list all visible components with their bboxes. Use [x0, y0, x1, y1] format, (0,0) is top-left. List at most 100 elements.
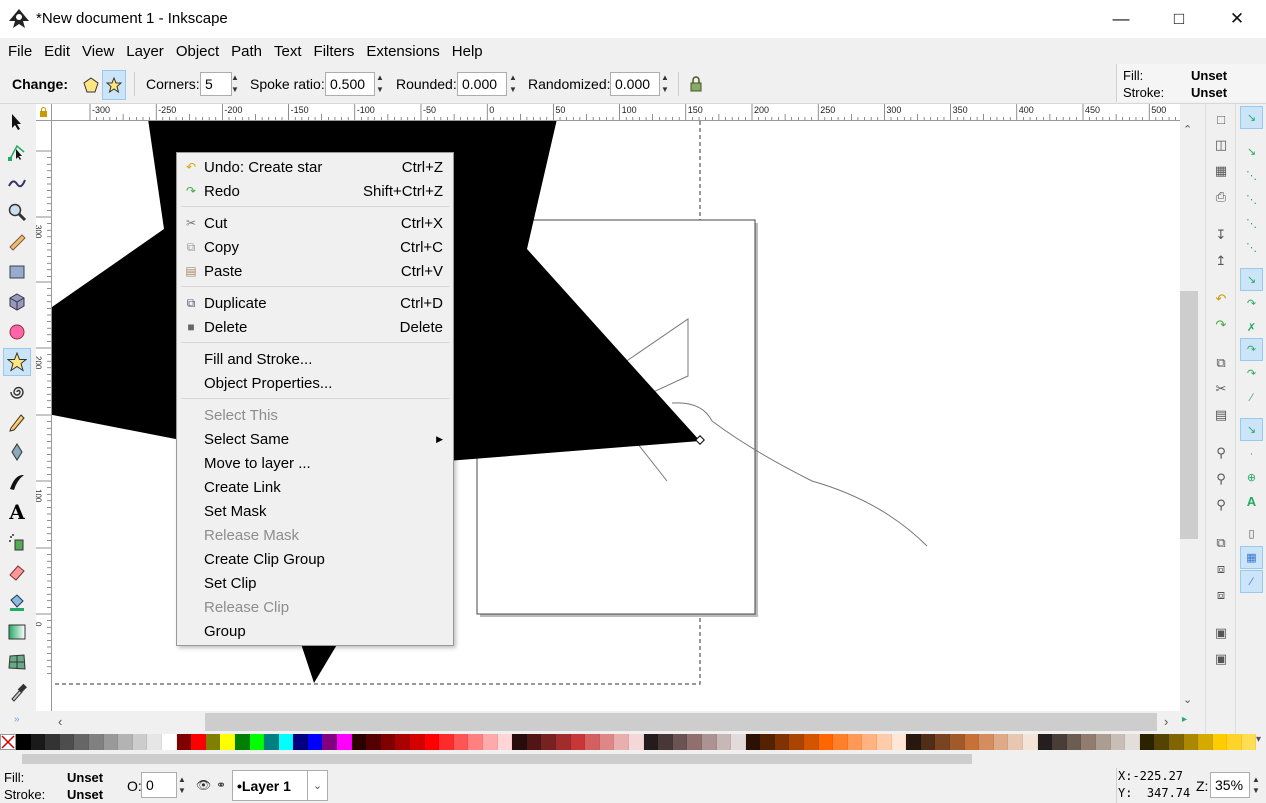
import-icon[interactable]: ↧ [1210, 224, 1232, 246]
color-swatch[interactable] [118, 734, 133, 750]
menu-item-duplicate[interactable]: ⧉ Duplicate Ctrl+D [177, 291, 453, 315]
menu-item-copy[interactable]: ⧉ Copy Ctrl+C [177, 235, 453, 259]
clone-icon[interactable]: ⧈ [1210, 558, 1232, 580]
redo-icon[interactable]: ↷ [1210, 314, 1232, 336]
zoom-selection-icon[interactable]: ⚲ [1210, 442, 1232, 464]
scroll-up-icon[interactable]: ⌃ [1183, 123, 1192, 136]
star-mode-icon[interactable] [102, 70, 126, 100]
color-swatch[interactable] [1081, 734, 1096, 750]
scroll-down-icon[interactable]: ⌄ [1183, 693, 1192, 706]
color-swatch[interactable] [760, 734, 775, 750]
ellipse-tool-icon[interactable] [3, 318, 31, 346]
color-swatch[interactable] [1022, 734, 1038, 750]
snap-others-icon[interactable]: ↘ [1240, 418, 1263, 441]
color-swatch[interactable] [1168, 734, 1184, 750]
tweak-tool-icon[interactable] [3, 168, 31, 196]
menu-item-undo-create-star[interactable]: ↶ Undo: Create star Ctrl+Z [177, 155, 453, 179]
pen-tool-icon[interactable] [3, 438, 31, 466]
zoom-drawing-icon[interactable]: ⚲ [1210, 468, 1232, 490]
snap-page-border-icon[interactable]: ▯ [1240, 522, 1263, 545]
color-swatch[interactable] [818, 734, 834, 750]
color-swatch[interactable] [847, 734, 863, 750]
snap-cusp-icon[interactable]: ↷ [1240, 338, 1263, 361]
color-swatch[interactable] [672, 734, 688, 750]
menu-item-create-clip-group[interactable]: Create Clip Group [177, 547, 453, 571]
dropper-tool-icon[interactable] [3, 678, 31, 706]
zoom-stepper[interactable]: ▲ ▼ [1252, 774, 1264, 798]
color-swatch[interactable] [906, 734, 921, 750]
spoke-ratio-stepper[interactable]: ▲ ▼ [374, 72, 386, 96]
unlink-clone-icon[interactable]: ⧈ [1210, 584, 1232, 606]
status-stroke-value[interactable]: Unset [67, 787, 103, 802]
color-swatch[interactable] [935, 734, 950, 750]
snap-grid-icon[interactable]: ▦ [1240, 546, 1263, 569]
menu-item-fill-and-stroke[interactable]: Fill and Stroke... [177, 347, 453, 371]
snap-intersection-icon[interactable]: ✗ [1240, 316, 1263, 339]
calligraphy-tool-icon[interactable] [3, 468, 31, 496]
horizontal-scroll-thumb[interactable] [205, 713, 1157, 731]
color-swatch[interactable] [1227, 734, 1242, 750]
open-document-icon[interactable]: ◫ [1210, 134, 1232, 156]
toolbox-expand-icon[interactable]: » [14, 714, 20, 725]
menu-edit[interactable]: Edit [38, 43, 76, 60]
color-swatch[interactable] [380, 734, 396, 750]
color-swatch[interactable] [877, 734, 892, 750]
undo-icon[interactable]: ↶ [1210, 288, 1232, 310]
palette-scrollbar[interactable] [0, 750, 1266, 768]
color-swatch[interactable] [891, 734, 907, 750]
color-swatch[interactable] [439, 734, 454, 750]
menu-item-set-mask[interactable]: Set Mask [177, 499, 453, 523]
menu-item-redo[interactable]: ↷ Redo Shift+Ctrl+Z [177, 179, 453, 203]
polygon-mode-icon[interactable] [80, 74, 102, 96]
text-tool-icon[interactable]: A [3, 498, 31, 526]
color-swatch[interactable] [191, 734, 206, 750]
color-swatch[interactable] [337, 734, 352, 750]
color-swatch[interactable] [862, 734, 878, 750]
color-swatch[interactable] [585, 734, 600, 750]
color-swatch[interactable] [1212, 734, 1228, 750]
measure-tool-icon[interactable] [3, 228, 31, 256]
mesh-tool-icon[interactable] [3, 648, 31, 676]
rounded-stepper[interactable]: ▲ ▼ [507, 72, 519, 96]
color-swatch[interactable] [526, 734, 542, 750]
color-swatch[interactable] [132, 734, 148, 750]
snap-bbox-corner-icon[interactable]: ⋱ [1240, 188, 1263, 211]
menu-layer[interactable]: Layer [120, 43, 170, 60]
color-swatch[interactable] [964, 734, 980, 750]
status-fill-value[interactable]: Unset [67, 770, 103, 785]
color-swatch[interactable] [716, 734, 732, 750]
color-swatch[interactable] [1037, 734, 1053, 750]
menu-view[interactable]: View [76, 43, 120, 60]
snap-rotation-center-icon[interactable]: ⊕ [1240, 466, 1263, 489]
menu-item-set-clip[interactable]: Set Clip [177, 571, 453, 595]
color-swatch[interactable] [1110, 734, 1126, 750]
color-swatch[interactable] [1125, 734, 1140, 750]
node-tool-icon[interactable] [3, 138, 31, 166]
paint-bucket-tool-icon[interactable] [3, 588, 31, 616]
paste-icon[interactable]: ▤ [1210, 404, 1232, 426]
color-swatch[interactable] [176, 734, 192, 750]
color-swatch[interactable] [424, 734, 440, 750]
zoom-page-icon[interactable]: ⚲ [1210, 494, 1232, 516]
color-swatch[interactable] [366, 734, 381, 750]
color-swatch[interactable] [993, 734, 1009, 750]
reset-defaults-icon[interactable] [686, 74, 706, 94]
color-swatch[interactable] [541, 734, 556, 750]
color-swatch[interactable] [643, 734, 659, 750]
menu-item-create-link[interactable]: Create Link [177, 475, 453, 499]
spoke-ratio-input[interactable]: 0.500 [325, 72, 375, 96]
snap-bbox-edge-icon[interactable]: ⋱ [1240, 164, 1263, 187]
close-icon[interactable]: ✕ [1208, 0, 1266, 38]
scroll-right-icon[interactable]: › [1164, 714, 1168, 729]
color-swatch[interactable] [395, 734, 411, 750]
duplicate-icon[interactable]: ⧉ [1210, 532, 1232, 554]
horizontal-scrollbar[interactable]: ‹ › [52, 711, 1180, 733]
color-swatch[interactable] [1241, 734, 1257, 750]
3d-box-tool-icon[interactable] [3, 288, 31, 316]
snap-bbox-center-icon[interactable]: ⋱ [1240, 236, 1263, 259]
maximize-icon[interactable]: □ [1150, 0, 1208, 38]
color-swatch[interactable] [1008, 734, 1023, 750]
no-paint-swatch[interactable] [0, 734, 16, 750]
randomized-input[interactable]: 0.000 [610, 72, 660, 96]
color-swatch[interactable] [774, 734, 790, 750]
